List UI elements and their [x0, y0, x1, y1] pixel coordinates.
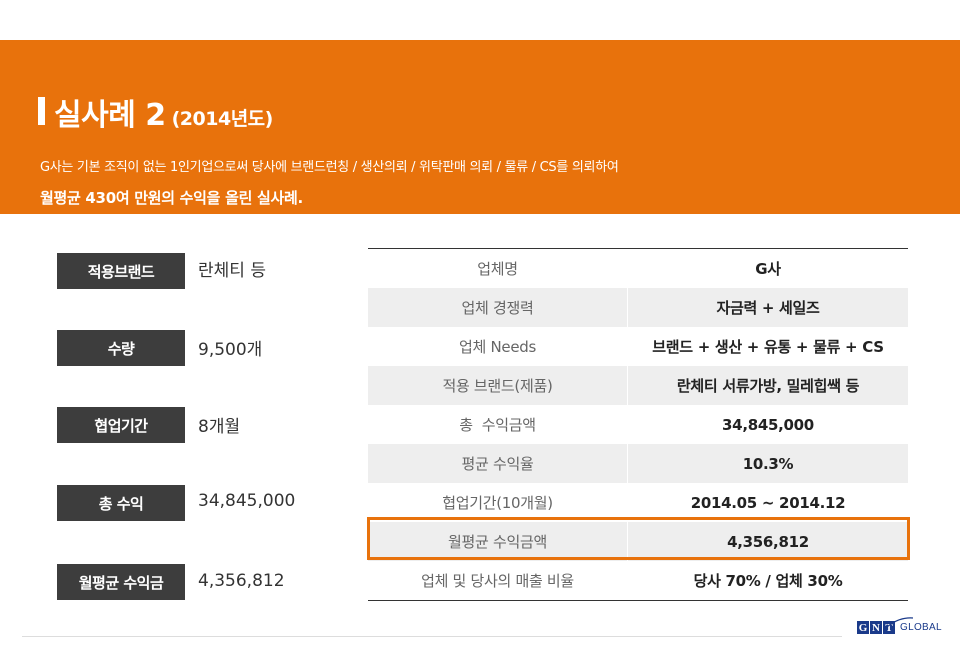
summary-label-brand: 적용브랜드 [57, 253, 185, 289]
table-row: 업체명 G사 [368, 249, 908, 288]
detail-table: 업체명 G사 업체 경쟁력 자금력 + 세일즈 업체 Needs 브랜드 + 생… [368, 248, 908, 601]
description-line-1: G사는 기본 조직이 없는 1인기업으로써 당사에 브랜드런칭 / 생산의뢰 /… [40, 160, 619, 175]
footer-divider [22, 636, 842, 637]
table-row-highlighted: 월평균 수익금액 4,356,812 [368, 522, 908, 561]
summary-value-monthly-revenue: 4,356,812 [198, 571, 285, 591]
table-row-label: 평균 수익율 [461, 455, 534, 473]
table-row: 협업기간(10개월) 2014.05 ~ 2014.12 [368, 483, 908, 522]
table-row-label: 업체 경쟁력 [461, 299, 534, 317]
logo-swoosh-icon [886, 617, 914, 628]
gnt-global-logo: G N T GLOBAL [857, 617, 942, 634]
description-line-2: 월평균 430여 만원의 수익을 올린 실사례. [40, 189, 303, 207]
table-row-value: 34,845,000 [627, 405, 908, 444]
table-row-value: 란체티 서류가방, 밀레힙쌕 등 [627, 366, 908, 405]
table-row-label: 협업기간(10개월) [442, 494, 553, 512]
title-year: (2014년도) [171, 108, 274, 130]
summary-value-quantity: 9,500개 [198, 340, 263, 360]
summary-label-period: 협업기간 [57, 407, 185, 443]
title-accent-bar [38, 97, 45, 125]
table-row: 총 수익금액 34,845,000 [368, 405, 908, 444]
table-row-value: 브랜드 + 생산 + 유통 + 물류 + CS [627, 327, 908, 366]
table-row-label: 업체 Needs [459, 338, 536, 356]
logo-letter: G [857, 621, 869, 634]
summary-value-period: 8개월 [198, 417, 241, 437]
summary-value-total-revenue: 34,845,000 [198, 491, 296, 511]
header-banner: 실사례 2 (2014년도) G사는 기본 조직이 없는 1인기업으로써 당사에 … [0, 40, 960, 214]
table-row-value: 자금력 + 세일즈 [627, 288, 908, 327]
table-row-value: 10.3% [627, 444, 908, 483]
table-row-label: 적용 브랜드(제품) [442, 377, 553, 395]
table-row: 평균 수익율 10.3% [368, 444, 908, 483]
table-row-value: 4,356,812 [627, 522, 908, 561]
table-row: 업체 경쟁력 자금력 + 세일즈 [368, 288, 908, 327]
summary-label-total-revenue: 총 수익 [57, 485, 185, 521]
table-row: 업체 및 당사의 매출 비율 당사 70% / 업체 30% [368, 561, 908, 600]
table-row-label: 총 수익금액 [459, 416, 536, 434]
page-title: 실사례 2 (2014년도) [54, 98, 274, 133]
table-row-label: 월평균 수익금액 [448, 533, 547, 551]
table-row-label: 업체명 [477, 260, 518, 278]
table-row: 적용 브랜드(제품) 란체티 서류가방, 밀레힙쌕 등 [368, 366, 908, 405]
table-row-value: G사 [627, 249, 908, 288]
logo-letter: N [870, 621, 882, 634]
table-row-label: 업체 및 당사의 매출 비율 [421, 572, 574, 590]
table-row-value: 당사 70% / 업체 30% [627, 561, 908, 600]
table-row: 업체 Needs 브랜드 + 생산 + 유통 + 물류 + CS [368, 327, 908, 366]
summary-label-monthly-revenue: 월평균 수익금 [57, 564, 185, 600]
table-row-value: 2014.05 ~ 2014.12 [627, 483, 908, 522]
summary-value-brand: 란체티 등 [198, 261, 266, 281]
summary-label-quantity: 수량 [57, 330, 185, 366]
